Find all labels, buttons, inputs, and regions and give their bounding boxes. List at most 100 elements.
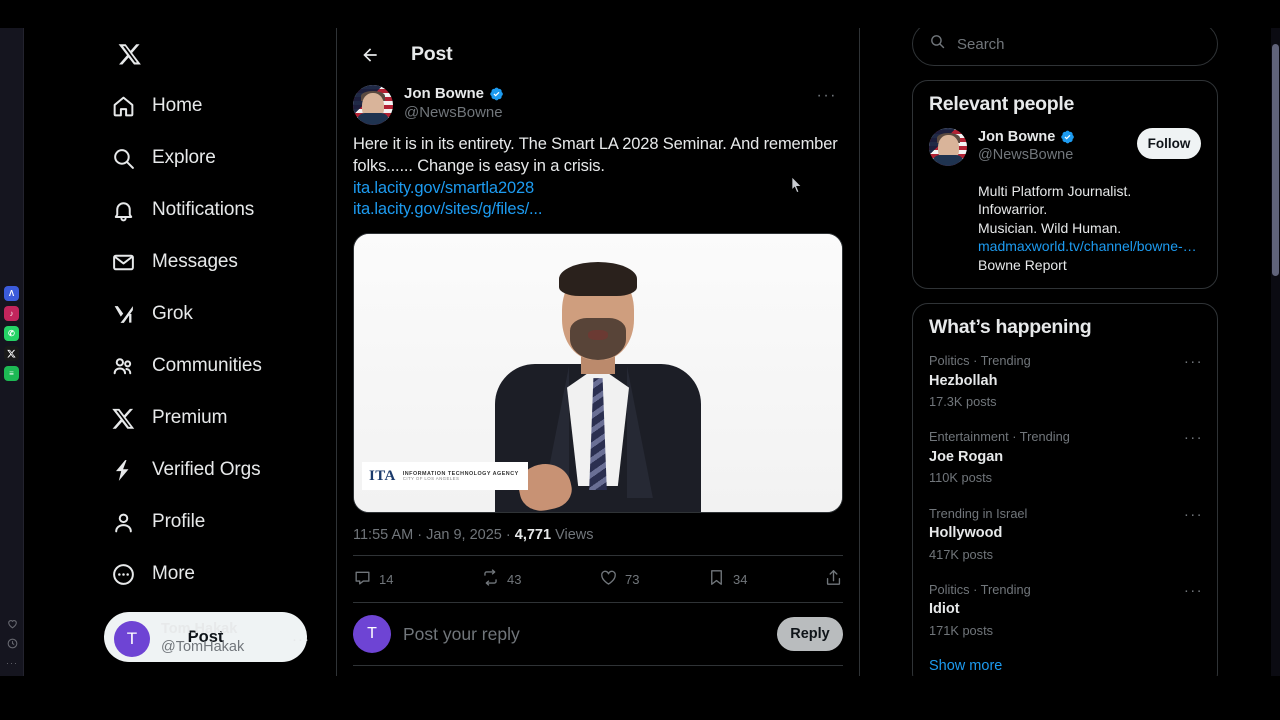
account-name: Tom Hakak bbox=[161, 621, 238, 638]
x-app-icon-glyph bbox=[7, 349, 16, 358]
bookmark-count: 34 bbox=[733, 571, 748, 587]
x-logo[interactable] bbox=[108, 32, 152, 76]
trend-item[interactable]: Entertainment · Trending Joe Rogan 110K … bbox=[913, 419, 1217, 495]
sidebar-item-home-label: Home bbox=[152, 95, 203, 116]
bookmark-action[interactable]: 34 bbox=[707, 568, 807, 590]
search-bar[interactable]: Search bbox=[912, 28, 1218, 66]
lightning-icon bbox=[110, 457, 136, 483]
trend-more-icon[interactable]: ··· bbox=[1184, 353, 1203, 370]
mouse-cursor bbox=[791, 176, 803, 194]
trend-post-count: 110K posts bbox=[929, 470, 993, 486]
show-more-link[interactable]: Show more bbox=[913, 648, 1217, 676]
x-app-icon[interactable] bbox=[4, 346, 19, 361]
account-more-icon[interactable]: ··· bbox=[292, 631, 310, 648]
author-display-name: Jon Bowne bbox=[404, 85, 485, 102]
reply-button[interactable]: Reply bbox=[777, 617, 843, 652]
reply-action[interactable]: 14 bbox=[353, 568, 481, 590]
relevant-people-card: Relevant people Jon Bowne @NewsBowne Fol… bbox=[912, 80, 1218, 290]
sidebar-item-notifications-label: Notifications bbox=[152, 199, 255, 220]
more-dots-icon[interactable]: ··· bbox=[6, 657, 19, 670]
post-metadata: 11:55 AM · Jan 9, 2025 · 4,771 Views bbox=[353, 513, 843, 555]
trend-more-icon[interactable]: ··· bbox=[1184, 582, 1203, 599]
screen: Λ ♪ ✆ ≡ ··· Home Explore Notifications M… bbox=[0, 0, 1280, 720]
trend-name: Hollywood bbox=[929, 524, 1003, 541]
reply-avatar-letter: T bbox=[367, 625, 377, 643]
account-handle: @TomHakak bbox=[161, 639, 245, 655]
post-text: Here it is in its entirety. The Smart LA… bbox=[353, 135, 838, 175]
author-name-line: Jon Bowne bbox=[404, 85, 800, 104]
main-column: Post Jon Bowne @NewsBowne ··· Here it is… bbox=[336, 28, 860, 676]
sidebar-item-communities-label: Communities bbox=[152, 355, 262, 376]
post-header: Post bbox=[337, 28, 859, 81]
bio-link[interactable]: madmaxworld.tv/channel/bowne-… bbox=[978, 237, 1201, 255]
ita-watermark-text: INFORMATION TECHNOLOGY AGENCY CITY OF LO… bbox=[403, 471, 519, 482]
app-icon-blue[interactable]: Λ bbox=[4, 286, 19, 301]
trend-name: Joe Rogan bbox=[929, 448, 1004, 465]
app-icon-magenta[interactable]: ♪ bbox=[4, 306, 19, 321]
back-arrow-icon[interactable] bbox=[353, 38, 387, 72]
right-sidebar: Search Relevant people Jon Bowne @NewsBo… bbox=[884, 28, 1218, 676]
relevant-person-row[interactable]: Jon Bowne @NewsBowne Follow bbox=[913, 120, 1217, 180]
avatar-letter: T bbox=[126, 629, 138, 648]
envelope-icon bbox=[110, 249, 136, 275]
sidebar-item-explore[interactable]: Explore bbox=[100, 136, 230, 180]
like-action[interactable]: 73 bbox=[599, 568, 707, 590]
trend-post-count: 17.3K posts bbox=[929, 394, 997, 410]
post-more-icon[interactable]: ··· bbox=[811, 85, 843, 107]
reply-composer: T Post your reply Reply bbox=[353, 603, 843, 665]
sidebar-item-home[interactable]: Home bbox=[100, 84, 216, 128]
trend-more-icon[interactable]: ··· bbox=[1184, 429, 1203, 446]
trend-item[interactable]: Politics · Trending Idiot 171K posts ··· bbox=[913, 572, 1217, 648]
sidebar-item-verified-orgs[interactable]: Verified Orgs bbox=[100, 448, 275, 492]
post-media-video[interactable]: ITA INFORMATION TECHNOLOGY AGENCY CITY O… bbox=[353, 233, 843, 514]
trend-more-icon[interactable]: ··· bbox=[1184, 506, 1203, 523]
spotify-icon[interactable]: ≡ bbox=[4, 366, 19, 381]
repost-count: 43 bbox=[507, 571, 522, 587]
share-action[interactable] bbox=[824, 568, 843, 590]
post-article: Jon Bowne @NewsBowne ··· Here it is in i… bbox=[337, 81, 859, 676]
whatsapp-icon[interactable]: ✆ bbox=[4, 326, 19, 341]
trend-category: Trending in Israel bbox=[929, 505, 1028, 521]
page-title: Post bbox=[411, 43, 453, 65]
post-link-2[interactable]: ita.lacity.gov/sites/g/files/... bbox=[353, 199, 843, 221]
next-reply-row[interactable] bbox=[353, 666, 843, 676]
browser-viewport: Home Explore Notifications Messages Grok… bbox=[24, 28, 1272, 676]
author-avatar[interactable] bbox=[353, 85, 393, 125]
sidebar-item-messages[interactable]: Messages bbox=[100, 240, 252, 284]
scrollbar-thumb[interactable] bbox=[1272, 44, 1279, 276]
letterbox-top bbox=[0, 0, 1280, 28]
relevant-person-bio: Multi Platform Journalist. Infowarrior. … bbox=[913, 180, 1217, 288]
sidebar-item-notifications[interactable]: Notifications bbox=[100, 188, 268, 232]
follow-button[interactable]: Follow bbox=[1137, 128, 1201, 159]
repost-icon bbox=[481, 568, 500, 590]
clock-icon[interactable] bbox=[6, 637, 19, 650]
trend-item[interactable]: Politics · Trending Hezbollah 17.3K post… bbox=[913, 343, 1217, 419]
reply-input[interactable]: Post your reply bbox=[403, 624, 765, 645]
logo-row bbox=[100, 28, 330, 80]
search-input[interactable]: Search bbox=[957, 36, 1005, 53]
relevant-person-name: Jon Bowne bbox=[978, 129, 1056, 145]
grok-icon bbox=[110, 301, 136, 327]
trend-item[interactable]: Trending in Israel Hollywood 417K posts … bbox=[913, 496, 1217, 572]
account-switcher[interactable]: T Tom Hakak @TomHakak ··· bbox=[104, 610, 320, 668]
sidebar-item-more[interactable]: More bbox=[100, 552, 209, 596]
bio-line-1: Multi Platform Journalist. Infowarrior. bbox=[978, 183, 1132, 218]
sidebar-item-grok[interactable]: Grok bbox=[100, 292, 207, 336]
whats-happening-card: What’s happening Politics · Trending Hez… bbox=[912, 303, 1218, 676]
post-link-1[interactable]: ita.lacity.gov/smartla2028 bbox=[353, 178, 843, 200]
sidebar-item-premium[interactable]: Premium bbox=[100, 396, 241, 440]
avatar: T bbox=[114, 621, 150, 657]
post-actions: 14 43 73 34 bbox=[353, 556, 843, 602]
sidebar-item-profile[interactable]: Profile bbox=[100, 500, 219, 544]
author-names: Jon Bowne @NewsBowne bbox=[404, 85, 800, 123]
heart-icon[interactable] bbox=[6, 617, 19, 630]
repost-action[interactable]: 43 bbox=[481, 568, 599, 590]
sidebar-item-communities[interactable]: Communities bbox=[100, 344, 276, 388]
share-icon bbox=[824, 568, 843, 590]
x-premium-icon bbox=[110, 405, 136, 431]
whatsapp-icon-glyph: ✆ bbox=[8, 328, 15, 338]
page-scrollbar[interactable] bbox=[1271, 28, 1280, 676]
relevant-person-avatar[interactable] bbox=[929, 128, 967, 166]
sidebar-item-grok-label: Grok bbox=[152, 303, 193, 324]
bio-line-3: Bowne Report bbox=[978, 256, 1067, 273]
